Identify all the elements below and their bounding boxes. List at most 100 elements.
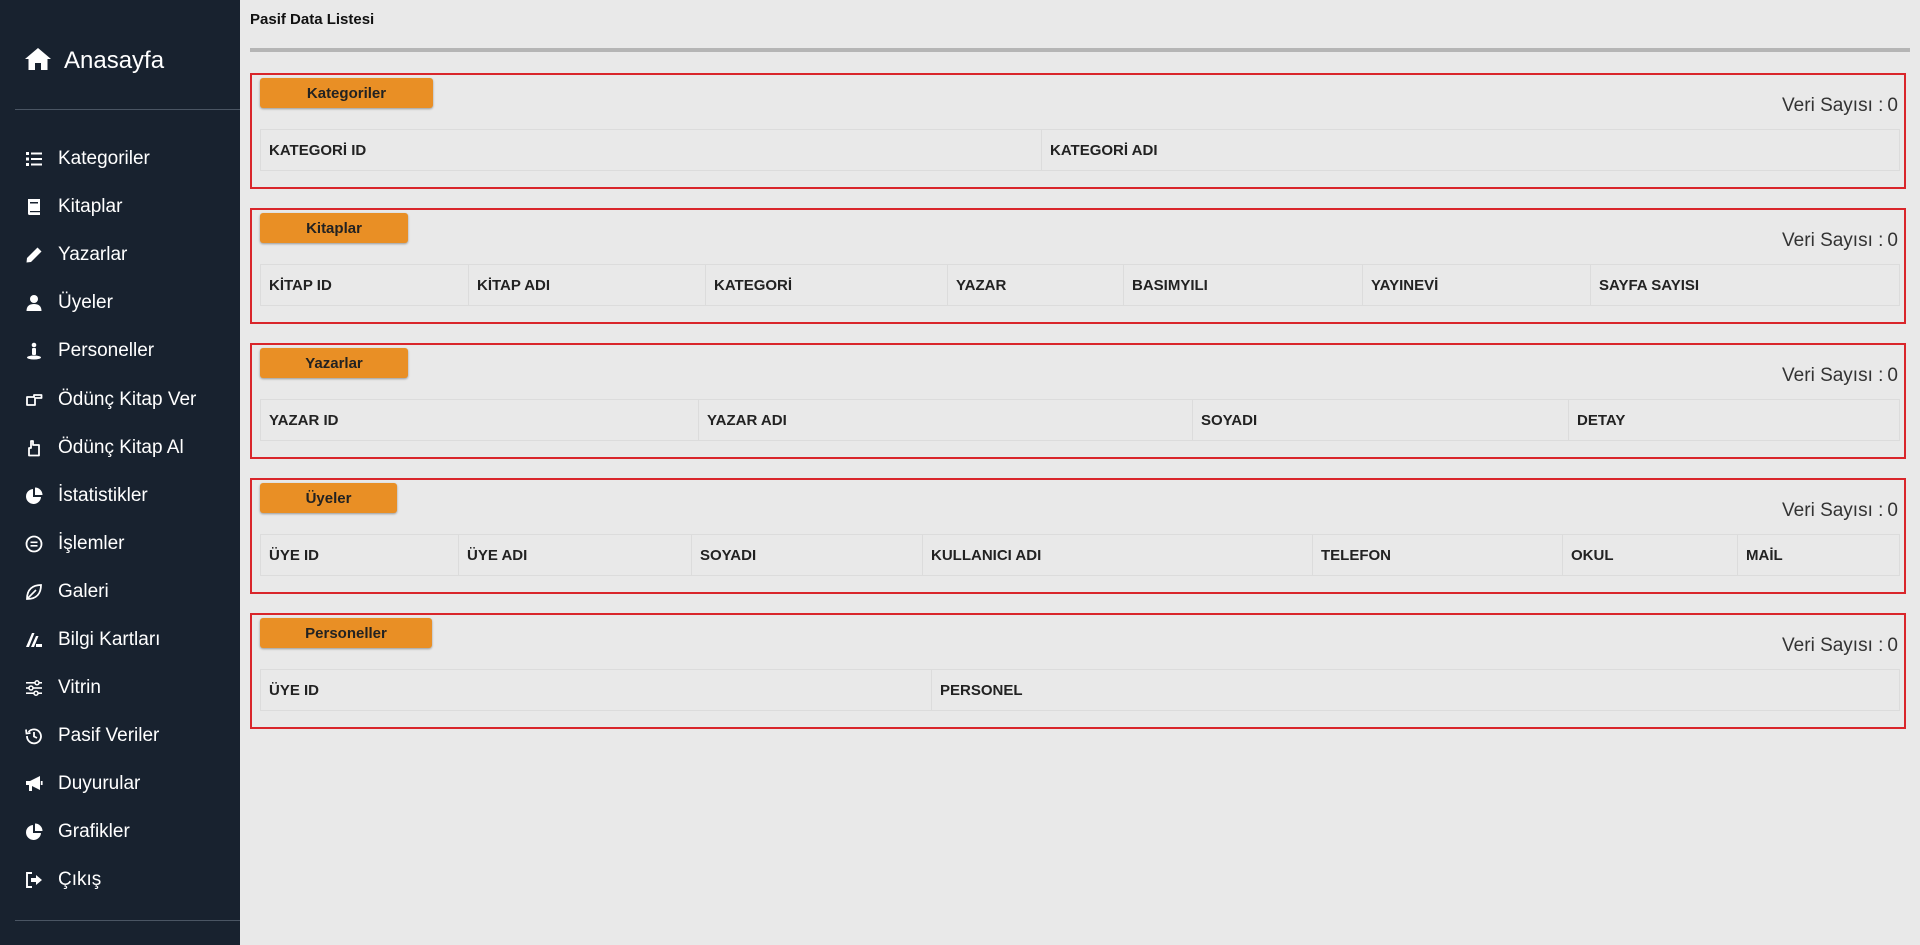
pencil-icon	[24, 245, 44, 265]
sidebar-item-kitaplar[interactable]: Kitaplar	[0, 183, 240, 231]
main-content: Pasif Data Listesi Kategoriler Veri Sayı…	[240, 0, 1920, 945]
megaphone-icon	[24, 774, 44, 794]
panel-uyeler: Üyeler Veri Sayısı :0 ÜYE ID ÜYE ADI SOY…	[250, 478, 1906, 594]
hand-point-left-icon	[24, 438, 44, 458]
circle-equals-icon	[24, 534, 44, 554]
column-header: YAYINEVİ	[1362, 264, 1591, 306]
page-title: Pasif Data Listesi	[250, 11, 375, 28]
record-count: Veri Sayısı :0	[1782, 635, 1898, 657]
record-count: Veri Sayısı :0	[1782, 95, 1898, 117]
count-value: 0	[1887, 230, 1898, 251]
sidebar-item-label: Ödünç Kitap Al	[58, 436, 184, 458]
sidebar-item-duyurular[interactable]: Duyurular	[0, 760, 240, 808]
count-value: 0	[1887, 500, 1898, 521]
tag-kitaplar[interactable]: Kitaplar	[260, 213, 408, 243]
tag-yazarlar[interactable]: Yazarlar	[260, 348, 408, 378]
sidebar-item-label: Grafikler	[58, 821, 130, 843]
tag-personeller[interactable]: Personeller	[260, 618, 432, 648]
leaf-icon	[24, 582, 44, 602]
column-header: ÜYE ID	[260, 669, 932, 711]
column-header: SOYADI	[691, 534, 923, 576]
column-header: MAİL	[1737, 534, 1900, 576]
sidebar-menu: Kategoriler Kitaplar Yazarlar Üyeler Per…	[0, 135, 240, 905]
sidebar-item-label: Bilgi Kartları	[58, 628, 161, 650]
column-header: KİTAP ADI	[468, 264, 706, 306]
tag-kategoriler[interactable]: Kategoriler	[260, 78, 433, 108]
column-header: ÜYE ADI	[458, 534, 692, 576]
sidebar-divider	[15, 920, 240, 921]
count-value: 0	[1887, 95, 1898, 116]
sidebar-item-istatistikler[interactable]: İstatistikler	[0, 472, 240, 520]
uyeler-table: ÜYE ID ÜYE ADI SOYADI KULLANICI ADI TELE…	[260, 534, 1900, 576]
chart-pie-icon	[24, 822, 44, 842]
table-header-row: YAZAR ID YAZAR ADI SOYADI DETAY	[260, 399, 1900, 441]
sidebar-item-odunc-kitap-ver[interactable]: Ödünç Kitap Ver	[0, 375, 240, 423]
panel-kitaplar: Kitaplar Veri Sayısı :0 KİTAP ID KİTAP A…	[250, 208, 1906, 324]
column-header: SAYFA SAYISI	[1590, 264, 1900, 306]
record-count: Veri Sayısı :0	[1782, 230, 1898, 252]
title-divider	[250, 48, 1910, 52]
count-label: Veri Sayısı :	[1782, 95, 1884, 116]
sidebar-brand-home[interactable]: Anasayfa	[24, 44, 164, 78]
sidebar-item-grafikler[interactable]: Grafikler	[0, 808, 240, 856]
chart-pie-icon	[24, 486, 44, 506]
book-icon	[24, 197, 44, 217]
table-header-row: KATEGORİ ID KATEGORİ ADI	[260, 129, 1900, 171]
sidebar-item-label: Vitrin	[58, 677, 101, 699]
sidebar-item-odunc-kitap-al[interactable]: Ödünç Kitap Al	[0, 424, 240, 472]
sidebar-item-label: Pasif Veriler	[58, 725, 160, 747]
column-header: DETAY	[1568, 399, 1900, 441]
column-header: ÜYE ID	[260, 534, 459, 576]
brand-label: Anasayfa	[64, 47, 165, 74]
sidebar-item-bilgi-kartlari[interactable]: Bilgi Kartları	[0, 616, 240, 664]
hand-point-right-icon	[24, 390, 44, 410]
sidebar-item-pasif-veriler[interactable]: Pasif Veriler	[0, 712, 240, 760]
sidebar-item-label: Kategoriler	[58, 148, 150, 170]
sidebar-item-kategoriler[interactable]: Kategoriler	[0, 135, 240, 183]
sidebar-divider	[15, 109, 240, 110]
history-icon	[24, 726, 44, 746]
sidebar-item-label: Kitaplar	[58, 196, 123, 218]
sidebar-item-label: Üyeler	[58, 292, 113, 314]
sliders-icon	[24, 678, 44, 698]
column-header: YAZAR ID	[260, 399, 699, 441]
person-icon	[24, 341, 44, 361]
count-label: Veri Sayısı :	[1782, 500, 1884, 521]
sidebar-item-label: İstatistikler	[58, 484, 148, 506]
yazarlar-table: YAZAR ID YAZAR ADI SOYADI DETAY	[260, 399, 1900, 441]
column-header: YAZAR	[947, 264, 1124, 306]
count-value: 0	[1887, 365, 1898, 386]
sidebar-item-label: Personeller	[58, 340, 155, 362]
count-label: Veri Sayısı :	[1782, 635, 1884, 656]
personeller-table: ÜYE ID PERSONEL	[260, 669, 1900, 711]
column-header: SOYADI	[1192, 399, 1569, 441]
home-icon	[24, 46, 52, 77]
table-header-row: KİTAP ID KİTAP ADI KATEGORİ YAZAR BASIMY…	[260, 264, 1900, 306]
count-label: Veri Sayısı :	[1782, 230, 1884, 251]
column-header: KİTAP ID	[260, 264, 469, 306]
sidebar-item-label: Çıkış	[58, 869, 102, 891]
panel-kategoriler: Kategoriler Veri Sayısı :0 KATEGORİ ID K…	[250, 73, 1906, 189]
kitaplar-table: KİTAP ID KİTAP ADI KATEGORİ YAZAR BASIMY…	[260, 264, 1900, 306]
column-header: KATEGORİ ID	[260, 129, 1042, 171]
sidebar-item-label: Galeri	[58, 580, 109, 602]
sidebar-item-cikis[interactable]: Çıkış	[0, 856, 240, 904]
sidebar-item-islemler[interactable]: İşlemler	[0, 520, 240, 568]
sidebar-item-label: Yazarlar	[58, 244, 128, 266]
sidebar-item-vitrin[interactable]: Vitrin	[0, 664, 240, 712]
column-header: KATEGORİ	[705, 264, 948, 306]
column-header: KULLANICI ADI	[922, 534, 1313, 576]
sidebar-item-personeller[interactable]: Personeller	[0, 327, 240, 375]
sign-out-icon	[24, 870, 44, 890]
column-header: OKUL	[1562, 534, 1738, 576]
column-header: BASIMYILI	[1123, 264, 1363, 306]
column-header: YAZAR ADI	[698, 399, 1193, 441]
tag-uyeler[interactable]: Üyeler	[260, 483, 397, 513]
list-icon	[24, 149, 44, 169]
column-header: TELEFON	[1312, 534, 1563, 576]
sidebar-item-label: Duyurular	[58, 773, 141, 795]
sidebar-item-uyeler[interactable]: Üyeler	[0, 279, 240, 327]
sidebar-item-yazarlar[interactable]: Yazarlar	[0, 231, 240, 279]
sidebar-item-galeri[interactable]: Galeri	[0, 568, 240, 616]
record-count: Veri Sayısı :0	[1782, 500, 1898, 522]
